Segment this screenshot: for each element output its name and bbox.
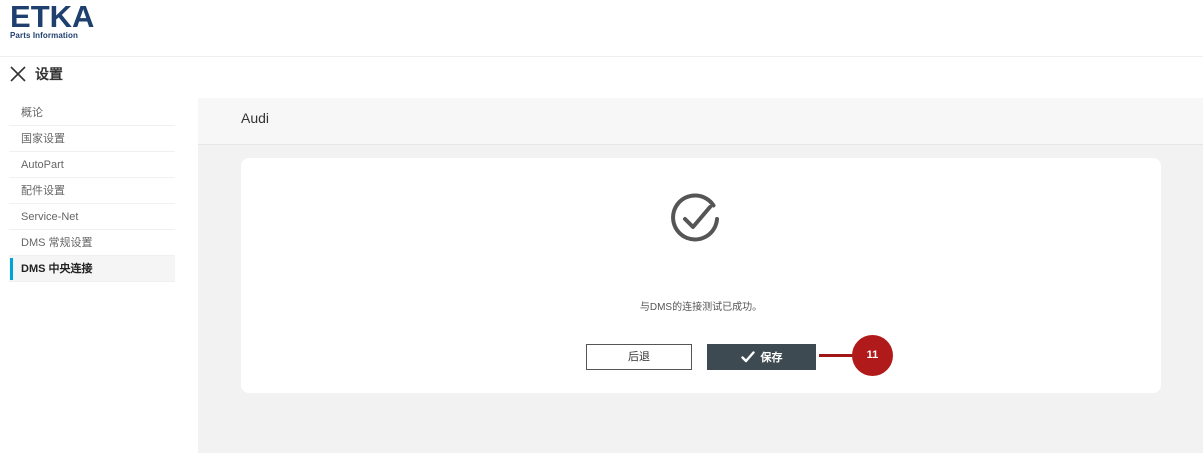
logo-mark: ETKA bbox=[10, 0, 95, 34]
sidebar-item-dms-general[interactable]: DMS 常规设置 bbox=[9, 230, 175, 256]
success-message: 与DMS的连接测试已成功。 bbox=[639, 302, 763, 313]
back-button[interactable]: 后退 bbox=[586, 344, 692, 370]
sidebar-item-service-net[interactable]: Service-Net bbox=[9, 204, 175, 230]
sidebar-item-parts-settings[interactable]: 配件设置 bbox=[9, 178, 175, 204]
sidebar-item-dms-central-connection[interactable]: DMS 中央连接 bbox=[9, 256, 175, 282]
sidebar-item-country-settings[interactable]: 国家设置 bbox=[9, 126, 175, 152]
brand-title: Audi bbox=[241, 110, 270, 126]
callout-line bbox=[819, 354, 853, 357]
etka-logo: ETKA Parts Information bbox=[10, 0, 95, 40]
logo-mark-rest: TKA bbox=[30, 0, 95, 34]
sidebar-item-overview[interactable]: 概论 bbox=[9, 100, 175, 126]
check-icon bbox=[740, 351, 755, 363]
close-icon[interactable] bbox=[9, 65, 27, 83]
save-button[interactable]: 保存 bbox=[707, 344, 816, 370]
page-title: 设置 bbox=[35, 66, 63, 82]
success-check-icon bbox=[668, 192, 722, 246]
main-content: Audi 与DMS的连接测试已成功。 后退 保存 bbox=[198, 98, 1203, 453]
save-button-label: 保存 bbox=[760, 352, 783, 364]
settings-sidebar: 概论 国家设置 AutoPart 配件设置 Service-Net DMS 常规… bbox=[9, 100, 175, 282]
sidebar-item-autopart[interactable]: AutoPart bbox=[9, 152, 175, 178]
logo-mark-e: E bbox=[10, 0, 31, 34]
settings-page: ETKA Parts Information 设置 概论 国家设置 AutoPa… bbox=[0, 0, 1203, 453]
callout-badge: 11 bbox=[852, 335, 893, 376]
header-divider bbox=[0, 56, 1203, 57]
connection-result-dialog: 与DMS的连接测试已成功。 后退 保存 bbox=[241, 158, 1161, 393]
settings-header: 设置 bbox=[9, 64, 63, 84]
brand-bar: Audi bbox=[198, 98, 1203, 145]
